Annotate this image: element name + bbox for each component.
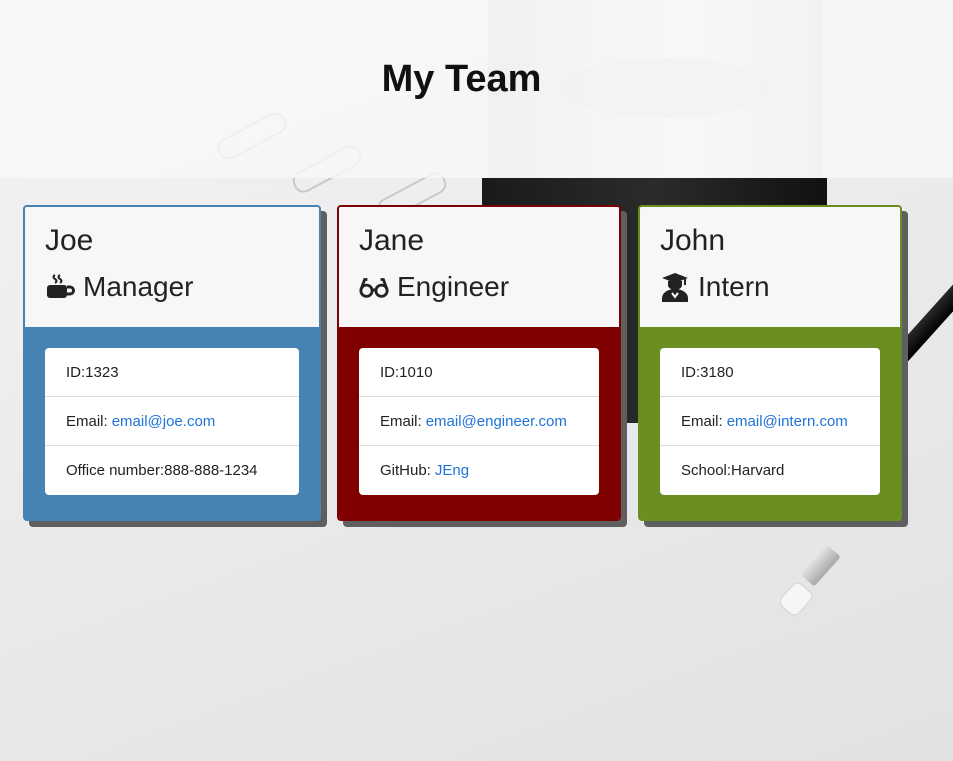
employee-school-value: Harvard — [731, 462, 785, 479]
pencil-ferrule-image — [799, 543, 841, 587]
employee-id-value: 1010 — [399, 363, 433, 381]
employee-email-label: Email: — [66, 412, 108, 430]
employee-details-list: ID: 3180 Email: email@intern.com School:… — [660, 348, 880, 495]
employee-details-list: ID: 1010 Email: email@engineer.com GitHu… — [359, 348, 599, 495]
employee-email-row: Email: email@engineer.com — [359, 397, 599, 446]
card-body: ID: 3180 Email: email@intern.com School:… — [640, 327, 900, 519]
employee-id-row: ID: 3180 — [660, 348, 880, 397]
employee-email-link[interactable]: email@joe.com — [112, 413, 216, 430]
employee-id-row: ID: 1010 — [359, 348, 599, 397]
employee-role-label: Intern — [698, 271, 770, 302]
employee-role-label: Engineer — [397, 271, 510, 302]
employee-role: Intern — [660, 269, 880, 305]
employee-office-value: 888-888-1234 — [164, 462, 258, 479]
employee-name: Jane — [359, 224, 425, 257]
employee-email-label: Email: — [681, 412, 723, 430]
card-header: Jane Engineer — [339, 207, 619, 327]
employee-email-row: Email: email@intern.com — [660, 397, 880, 446]
employee-github-row: GitHub: JEng — [359, 446, 599, 495]
employee-id-label: ID: — [681, 363, 701, 381]
employee-details-list: ID: 1323 Email: email@joe.com Office num… — [45, 348, 299, 495]
card-body: ID: 1323 Email: email@joe.com Office num… — [25, 327, 319, 519]
employee-role: Manager — [45, 269, 299, 305]
employee-email-link[interactable]: email@intern.com — [727, 413, 848, 430]
employee-github-link[interactable]: JEng — [435, 462, 469, 479]
employee-email-label: Email: — [380, 412, 422, 430]
employee-card-engineer: Jane Engineer ID: 1010 Email: email@engi… — [337, 205, 621, 521]
card-body: ID: 1010 Email: email@engineer.com GitHu… — [339, 327, 619, 519]
employee-email-row: Email: email@joe.com — [45, 397, 299, 446]
card-header: John Intern — [640, 207, 900, 327]
employee-id-value: 3180 — [700, 363, 734, 381]
employee-id-value: 1323 — [85, 363, 119, 381]
page-title: My Team — [381, 57, 542, 100]
employee-school-label: School: — [681, 462, 732, 479]
employee-email-link[interactable]: email@engineer.com — [426, 413, 567, 430]
employee-school-row: School: Harvard — [660, 446, 880, 495]
pencil-eraser-image — [778, 581, 814, 617]
employee-role-label: Manager — [83, 271, 194, 302]
employee-id-row: ID: 1323 — [45, 348, 299, 397]
employee-name: John — [660, 224, 726, 257]
coffee-icon — [45, 272, 75, 302]
employee-id-label: ID: — [380, 363, 400, 381]
graduate-icon — [660, 272, 690, 302]
page-header: My Team — [0, 0, 953, 178]
glasses-icon — [359, 272, 389, 302]
employee-name: Joe — [45, 224, 94, 257]
employee-card-manager: Joe Manager ID: 1323 Email: email@joe.co… — [23, 205, 321, 521]
employee-github-label: GitHub: — [380, 462, 431, 479]
employee-office-row: Office number: 888-888-1234 — [45, 446, 299, 495]
employee-office-label: Office number: — [66, 462, 165, 479]
employee-id-label: ID: — [66, 363, 86, 381]
employee-card-intern: John Intern ID: 3180 Email: email@intern… — [638, 205, 902, 521]
employee-role: Engineer — [359, 269, 599, 305]
card-header: Joe Manager — [25, 207, 319, 327]
